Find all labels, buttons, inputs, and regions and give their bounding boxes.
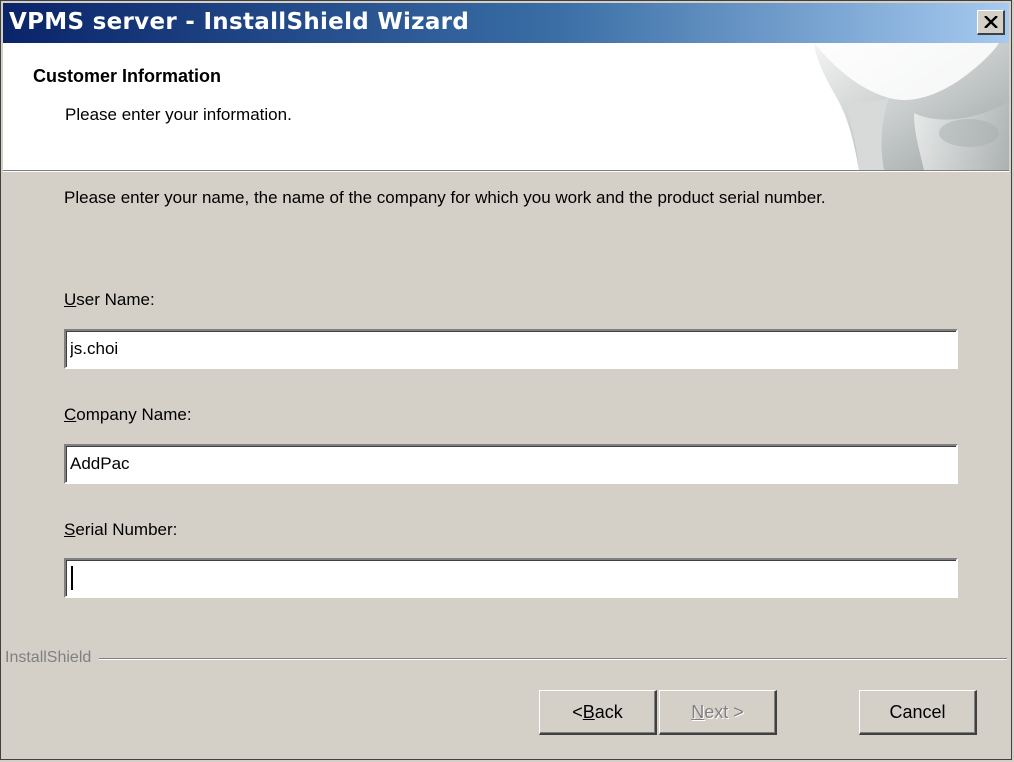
user-name-label-text: ser Name: bbox=[76, 290, 155, 309]
next-button[interactable]: Next > bbox=[659, 690, 777, 735]
user-name-mnemonic: U bbox=[64, 290, 77, 309]
header-divider bbox=[3, 171, 1009, 172]
wizard-header: Customer Information Please enter your i… bbox=[3, 43, 1009, 171]
next-button-label: ext > bbox=[704, 701, 744, 722]
close-icon bbox=[983, 16, 998, 28]
installshield-brand-label: InstallShield bbox=[5, 649, 100, 667]
user-name-input[interactable] bbox=[64, 329, 958, 369]
window-title: VPMS server - InstallShield Wizard bbox=[9, 9, 470, 35]
serial-number-label-text: erial Number: bbox=[75, 520, 178, 539]
company-name-label: Company Name: bbox=[64, 405, 192, 425]
brand-separator-line bbox=[5, 658, 1007, 660]
serial-number-mnemonic: S bbox=[64, 520, 76, 539]
next-button-mnemonic: N bbox=[691, 701, 705, 722]
title-bar[interactable]: VPMS server - InstallShield Wizard bbox=[3, 3, 1009, 43]
back-button[interactable]: < Back bbox=[539, 690, 657, 735]
installshield-decoration-graphic bbox=[814, 43, 1009, 170]
page-subtitle: Please enter your information. bbox=[65, 105, 292, 124]
company-name-label-text: ompany Name: bbox=[76, 405, 192, 424]
serial-number-label: Serial Number: bbox=[64, 520, 177, 540]
installshield-wizard-window: VPMS server - InstallShield Wizard Custo… bbox=[0, 0, 1012, 760]
company-name-input[interactable] bbox=[64, 444, 958, 484]
instructions-text: Please enter your name, the name of the … bbox=[64, 188, 826, 207]
text-caret bbox=[71, 566, 73, 590]
close-button[interactable] bbox=[977, 10, 1005, 35]
back-button-label: ack bbox=[594, 701, 623, 722]
company-name-mnemonic: C bbox=[64, 405, 77, 424]
cancel-button[interactable]: Cancel bbox=[859, 690, 977, 735]
cancel-button-label: Cancel bbox=[889, 701, 946, 722]
serial-number-input[interactable] bbox=[64, 558, 958, 598]
back-button-mnemonic: B bbox=[582, 701, 595, 722]
back-button-prefix: < bbox=[572, 701, 583, 722]
user-name-label: User Name: bbox=[64, 290, 155, 310]
page-title: Customer Information bbox=[33, 66, 222, 86]
